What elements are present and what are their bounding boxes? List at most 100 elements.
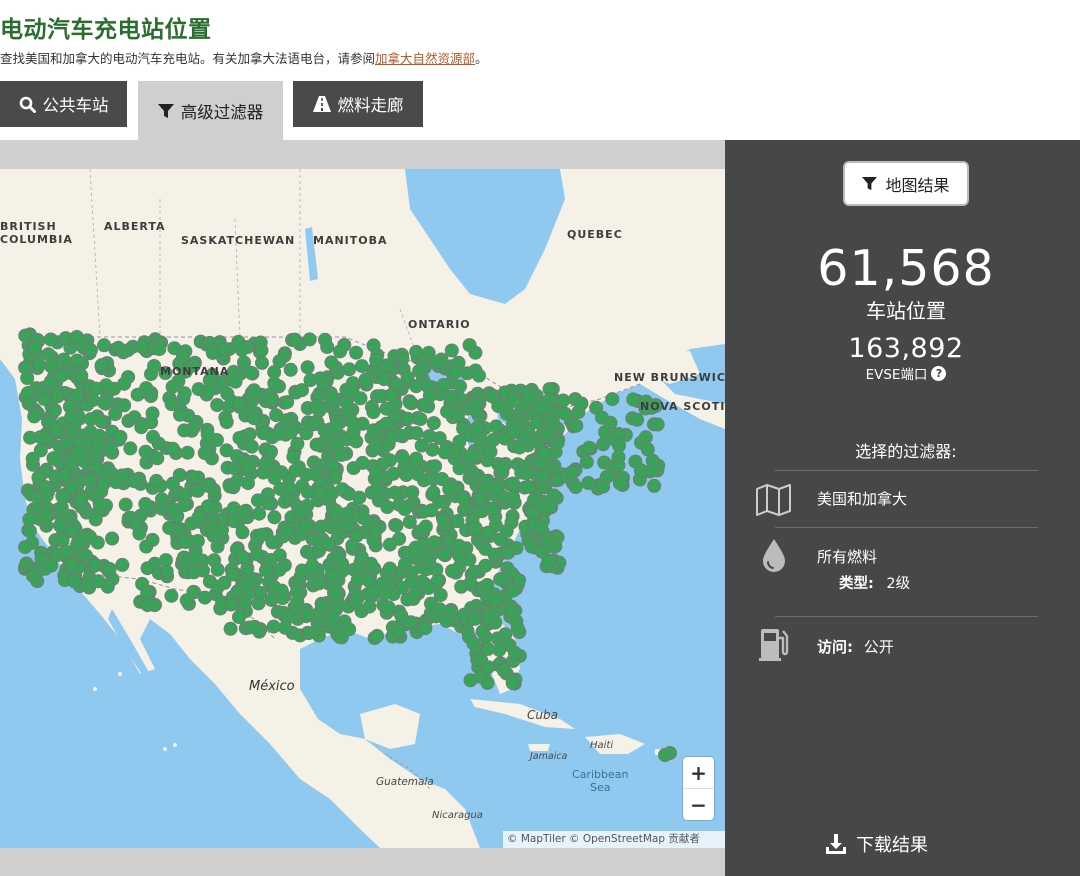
station-marker[interactable]: [480, 525, 495, 540]
station-marker[interactable]: [328, 585, 343, 600]
station-marker[interactable]: [397, 502, 412, 517]
station-marker[interactable]: [644, 463, 659, 478]
station-marker[interactable]: [146, 429, 160, 444]
station-marker[interactable]: [20, 371, 35, 385]
station-marker[interactable]: [197, 446, 212, 460]
station-marker[interactable]: [176, 350, 190, 364]
station-marker[interactable]: [366, 405, 381, 419]
station-marker[interactable]: [43, 359, 58, 373]
station-marker[interactable]: [299, 518, 314, 533]
station-marker[interactable]: [224, 597, 238, 612]
map-attribution[interactable]: © MapTiler © OpenStreetMap 贡献者: [503, 831, 725, 848]
station-marker[interactable]: [362, 599, 377, 614]
station-marker[interactable]: [294, 505, 309, 519]
station-marker[interactable]: [416, 398, 431, 412]
station-marker[interactable]: [223, 621, 238, 636]
station-marker[interactable]: [159, 564, 174, 579]
station-marker[interactable]: [173, 407, 187, 422]
station-marker[interactable]: [368, 438, 383, 453]
station-marker[interactable]: [74, 368, 89, 383]
station-marker[interactable]: [105, 531, 120, 546]
station-marker[interactable]: [180, 445, 195, 460]
station-marker[interactable]: [127, 474, 142, 489]
station-marker[interactable]: [342, 622, 357, 637]
station-marker[interactable]: [287, 332, 302, 347]
station-marker[interactable]: [65, 558, 80, 573]
station-marker[interactable]: [83, 472, 97, 487]
station-marker[interactable]: [328, 419, 343, 434]
station-marker[interactable]: [596, 479, 611, 494]
station-marker[interactable]: [147, 359, 162, 373]
station-marker[interactable]: [228, 374, 243, 389]
station-marker[interactable]: [658, 748, 672, 762]
station-marker[interactable]: [96, 395, 111, 410]
station-marker[interactable]: [28, 340, 43, 355]
station-marker[interactable]: [626, 392, 641, 407]
station-marker[interactable]: [342, 362, 357, 377]
station-marker[interactable]: [20, 386, 35, 401]
station-marker[interactable]: [364, 584, 379, 599]
station-marker[interactable]: [488, 593, 503, 607]
help-icon[interactable]: ?: [931, 365, 947, 381]
zoom-out-button[interactable]: −: [683, 789, 714, 820]
station-marker[interactable]: [488, 481, 503, 496]
station-marker[interactable]: [278, 620, 293, 635]
station-marker[interactable]: [432, 602, 447, 617]
natural-resources-canada-link[interactable]: 加拿大自然资源部: [375, 51, 475, 66]
station-marker[interactable]: [318, 332, 332, 347]
station-marker[interactable]: [333, 344, 347, 359]
station-marker[interactable]: [339, 395, 354, 410]
station-marker[interactable]: [442, 482, 457, 497]
station-marker[interactable]: [350, 528, 364, 543]
station-marker[interactable]: [252, 506, 267, 521]
station-marker[interactable]: [512, 440, 527, 455]
station-marker[interactable]: [33, 443, 48, 458]
station-marker[interactable]: [325, 611, 340, 626]
station-marker[interactable]: [150, 451, 165, 466]
station-marker[interactable]: [64, 409, 79, 424]
station-marker[interactable]: [381, 600, 396, 615]
tab-advanced-filters[interactable]: 高级过滤器: [138, 81, 283, 140]
station-marker[interactable]: [384, 430, 399, 445]
station-marker[interactable]: [235, 525, 250, 540]
station-marker[interactable]: [88, 512, 103, 527]
station-marker[interactable]: [58, 544, 73, 559]
station-marker[interactable]: [115, 468, 130, 483]
station-marker[interactable]: [280, 395, 295, 410]
station-marker[interactable]: [500, 545, 515, 560]
station-marker[interactable]: [299, 426, 314, 441]
station-marker[interactable]: [230, 473, 245, 488]
station-marker[interactable]: [22, 524, 37, 539]
station-marker[interactable]: [335, 482, 350, 497]
station-marker[interactable]: [241, 460, 255, 475]
station-marker[interactable]: [468, 403, 483, 418]
station-marker[interactable]: [437, 547, 452, 562]
station-marker[interactable]: [272, 426, 287, 441]
station-marker[interactable]: [232, 431, 247, 445]
station-marker[interactable]: [155, 492, 169, 507]
station-marker[interactable]: [490, 631, 505, 646]
station-marker[interactable]: [326, 458, 340, 473]
tab-fuel-corridors[interactable]: 燃料走廊: [293, 81, 423, 127]
station-marker[interactable]: [165, 379, 180, 394]
station-marker[interactable]: [484, 501, 499, 516]
station-marker[interactable]: [152, 342, 167, 357]
station-marker[interactable]: [425, 442, 440, 457]
station-marker[interactable]: [369, 353, 384, 368]
station-marker[interactable]: [41, 347, 56, 362]
station-marker[interactable]: [140, 598, 155, 613]
station-marker[interactable]: [246, 411, 261, 426]
station-marker[interactable]: [71, 446, 85, 461]
station-marker[interactable]: [200, 478, 215, 493]
station-marker[interactable]: [239, 577, 254, 592]
station-marker[interactable]: [474, 491, 489, 506]
station-marker[interactable]: [18, 540, 33, 555]
station-marker[interactable]: [89, 460, 104, 475]
station-marker[interactable]: [475, 624, 490, 639]
station-marker[interactable]: [469, 420, 484, 435]
station-marker[interactable]: [267, 510, 282, 525]
station-marker[interactable]: [368, 525, 383, 540]
station-marker[interactable]: [162, 520, 177, 535]
station-marker[interactable]: [191, 510, 206, 525]
station-marker[interactable]: [444, 389, 458, 404]
